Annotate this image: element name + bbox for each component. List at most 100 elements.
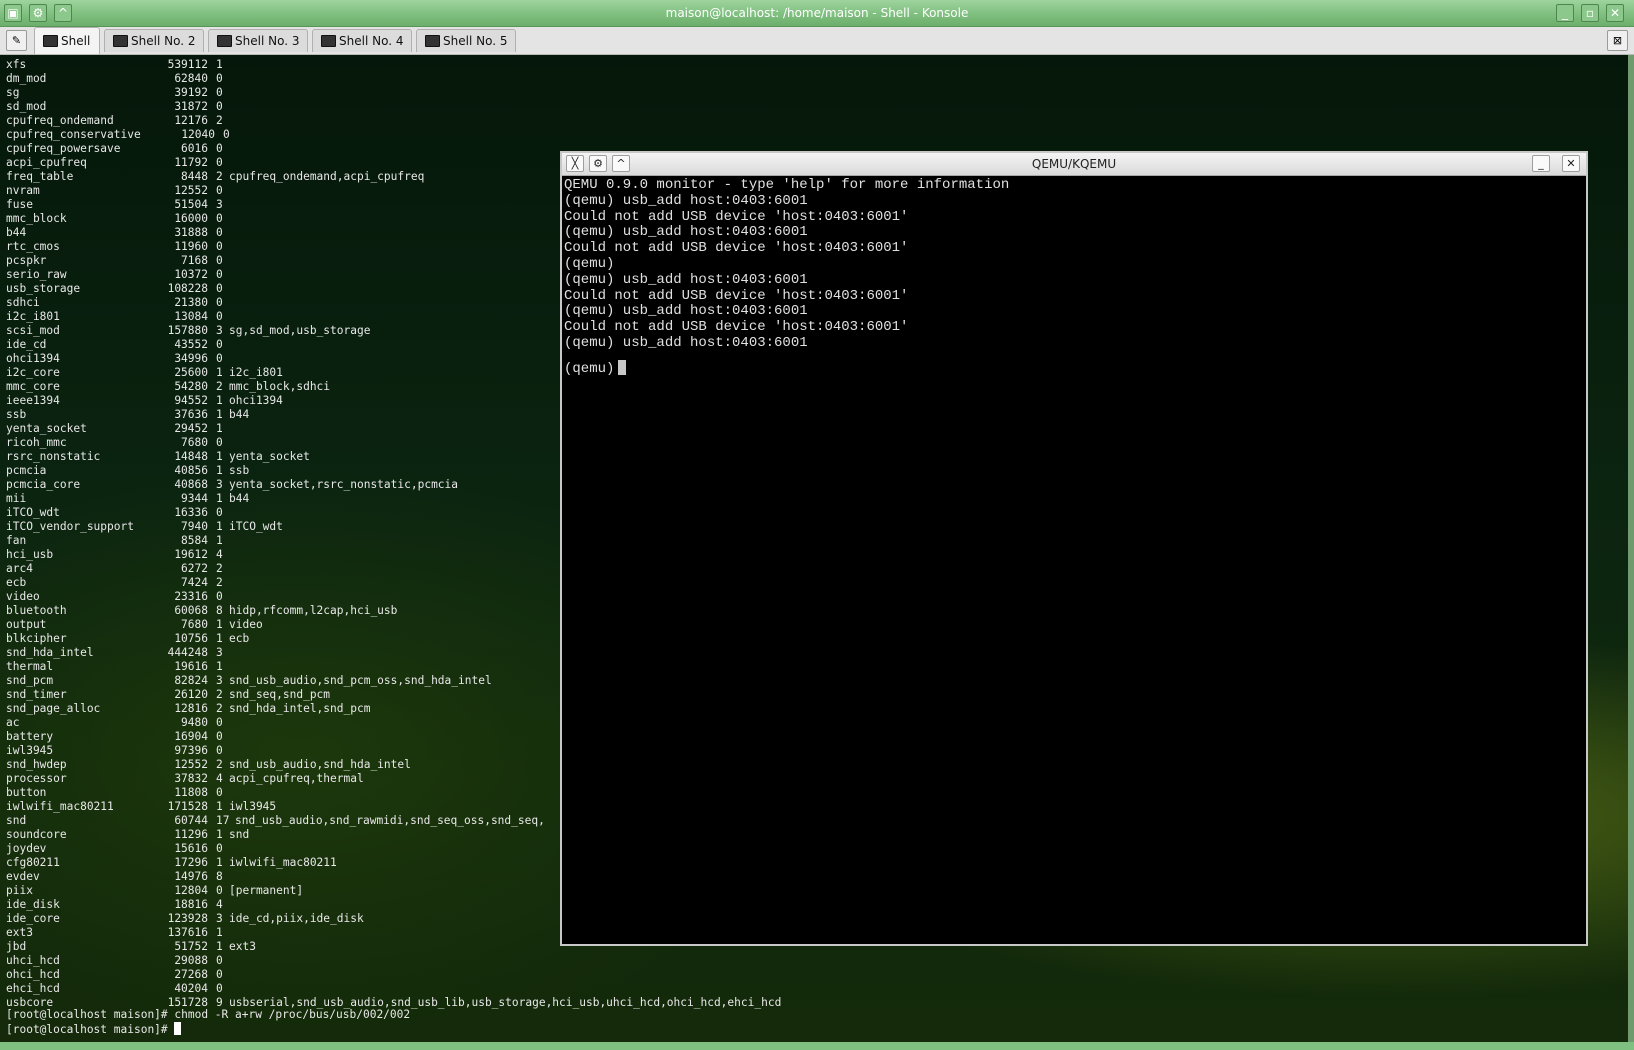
module-used-by: 0 (216, 352, 223, 365)
module-used-by: 8 (216, 870, 223, 883)
module-size: 15616 (174, 842, 208, 855)
tab-shell-5[interactable]: Shell No. 5 (416, 29, 516, 52)
module-name: output (6, 618, 47, 631)
terminal-icon (113, 35, 128, 47)
module-name: evdev (6, 870, 40, 883)
qemu-monitor-console[interactable]: QEMU 0.9.0 monitor - type 'help' for mor… (562, 176, 1586, 944)
module-size: 12552 (174, 184, 208, 197)
module-size: 7168 (181, 254, 208, 267)
close-icon[interactable]: ✕ (1606, 4, 1624, 22)
qemu-window[interactable]: ╳ ⚙ ^ QEMU/KQEMU _ ✕ QEMU 0.9.0 monitor … (560, 151, 1588, 946)
module-size: 23316 (174, 590, 208, 603)
module-size: 17296 (174, 856, 208, 869)
module-name: button (6, 786, 47, 799)
qemu-titlebar[interactable]: ╳ ⚙ ^ QEMU/KQEMU _ ✕ (562, 153, 1586, 176)
module-dependents: ssb (229, 464, 250, 477)
module-dependents: snd_usb_audio,snd_pcm_oss,snd_hda_intel (229, 674, 492, 687)
terminal-icon (321, 35, 336, 47)
module-dependents: hidp,rfcomm,l2cap,hci_usb (229, 604, 398, 617)
tab-label: Shell (61, 34, 91, 48)
module-name: arc4 (6, 562, 33, 575)
module-name: freq_table (6, 170, 74, 183)
module-size: 11296 (174, 828, 208, 841)
module-used-by: 0 (216, 184, 223, 197)
module-used-by: 0 (216, 968, 223, 981)
module-row: cpufreq_conservative 12040 0 (6, 128, 806, 142)
module-used-by: 0 (216, 842, 223, 855)
module-dependents: iwlwifi_mac80211 (229, 856, 337, 869)
module-size: 12176 (174, 114, 208, 127)
module-used-by: 3 (216, 674, 223, 687)
module-used-by: 0 (216, 716, 223, 729)
konsole-titlebar[interactable]: ▣ ⚙ ^ maison@localhost: /home/maison - S… (0, 0, 1634, 27)
module-size: 19612 (174, 548, 208, 561)
new-tab-icon[interactable]: ✎ (6, 30, 27, 51)
module-used-by: 0 (223, 128, 230, 141)
module-size: 539112 (167, 58, 208, 71)
module-used-by: 2 (216, 170, 223, 183)
module-size: 34996 (174, 352, 208, 365)
tab-shell[interactable]: Shell (34, 27, 100, 54)
module-used-by: 1 (216, 940, 223, 953)
module-size: 6016 (181, 142, 208, 155)
shade-up-icon[interactable]: ^ (612, 155, 630, 172)
module-row: sg 39192 0 (6, 86, 806, 100)
module-name: jbd (6, 940, 27, 953)
module-size: 171528 (167, 800, 208, 813)
module-size: 9480 (181, 716, 208, 729)
module-size: 444248 (167, 646, 208, 659)
module-size: 25600 (174, 366, 208, 379)
module-name: i2c_i801 (6, 310, 60, 323)
module-size: 7940 (181, 520, 208, 533)
tab-shell-4[interactable]: Shell No. 4 (312, 29, 412, 52)
module-size: 31888 (174, 226, 208, 239)
module-size: 60068 (174, 604, 208, 617)
module-dependents: ohci1394 (229, 394, 283, 407)
module-size: 37636 (174, 408, 208, 421)
module-used-by: 1 (216, 660, 223, 673)
module-row: uhci_hcd 29088 0 (6, 954, 806, 968)
module-name: cpufreq_ondemand (6, 114, 114, 127)
module-dependents: iTCO_wdt (229, 520, 283, 533)
module-name: mmc_block (6, 212, 67, 225)
text-cursor (618, 360, 627, 375)
module-name: ext3 (6, 926, 33, 939)
module-name: pcmcia_core (6, 478, 81, 491)
maximize-icon[interactable]: ▫ (1581, 4, 1599, 22)
monitor-line: (qemu) usb_add host:0403:6001 (564, 335, 808, 351)
monitor-line: Could not add USB device 'host:0403:6001… (564, 240, 909, 257)
module-size: 94552 (174, 394, 208, 407)
module-size: 40856 (174, 464, 208, 477)
module-used-by: 4 (216, 898, 223, 911)
module-used-by: 0 (216, 744, 223, 757)
minimize-icon[interactable]: _ (1556, 4, 1574, 22)
module-used-by: 1 (216, 926, 223, 939)
tab-shell-2[interactable]: Shell No. 2 (104, 29, 204, 52)
module-used-by: 1 (216, 828, 223, 841)
module-used-by: 2 (216, 758, 223, 771)
module-used-by: 0 (216, 254, 223, 267)
module-dependents: sg,sd_mod,usb_storage (229, 324, 371, 337)
module-name: video (6, 590, 40, 603)
close-tab-icon[interactable]: ⊠ (1607, 30, 1628, 51)
tab-shell-3[interactable]: Shell No. 3 (208, 29, 308, 52)
monitor-prompt-text: (qemu) (564, 361, 615, 377)
monitor-prompt[interactable]: (qemu) (564, 360, 627, 377)
module-size: 16000 (174, 212, 208, 225)
close-icon[interactable]: ✕ (1562, 155, 1580, 172)
module-size: 29088 (174, 954, 208, 967)
module-used-by: 1 (216, 408, 223, 421)
module-size: 7680 (181, 618, 208, 631)
module-used-by: 0 (216, 730, 223, 743)
module-used-by: 1 (216, 618, 223, 631)
terminal-icon (43, 35, 58, 47)
current-prompt[interactable]: [root@localhost maison]# (6, 1022, 182, 1037)
qemu-app-icon[interactable]: ╳ (566, 155, 584, 172)
module-name: soundcore (6, 828, 67, 841)
minimize-icon[interactable]: _ (1532, 155, 1550, 172)
module-used-by: 0 (216, 268, 223, 281)
sticky-icon[interactable]: ⚙ (589, 155, 607, 172)
scrollbar[interactable] (1628, 55, 1634, 1042)
module-dependents: snd_usb_audio,snd_rawmidi,snd_seq_oss,sn… (235, 814, 545, 827)
tab-label: Shell No. 4 (339, 34, 404, 48)
